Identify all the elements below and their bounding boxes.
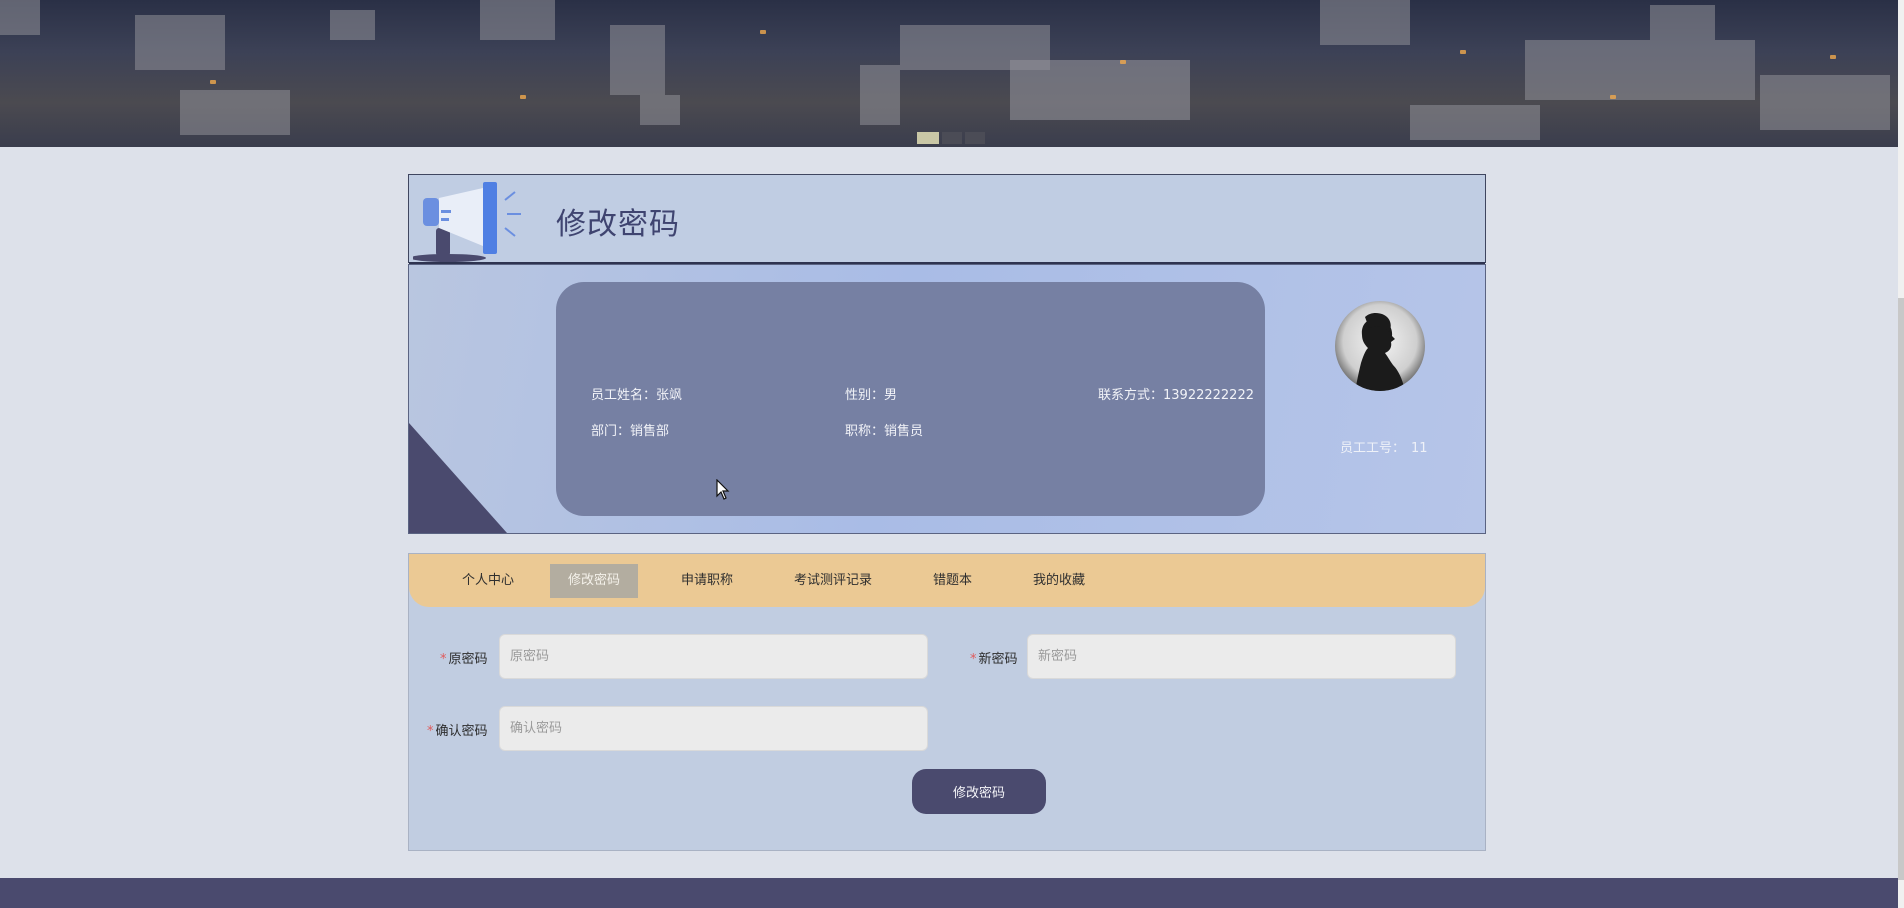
user-silhouette-icon xyxy=(1355,312,1405,391)
profile-section: 员工姓名：张飒 性别：男 联系方式：13922222222 部门：销售部 职称：… xyxy=(408,264,1486,534)
tab-wrong-questions[interactable]: 错题本 xyxy=(915,564,990,598)
tab-change-password[interactable]: 修改密码 xyxy=(550,564,639,598)
scrollbar-thumb[interactable] xyxy=(1898,298,1904,880)
employee-info-card: 员工姓名：张飒 性别：男 联系方式：13922222222 部门：销售部 职称：… xyxy=(556,282,1265,516)
avatar xyxy=(1335,301,1425,391)
tab-favorites[interactable]: 我的收藏 xyxy=(1015,564,1103,598)
change-password-button[interactable]: 修改密码 xyxy=(912,769,1046,814)
employee-name: 员工姓名：张飒 xyxy=(591,388,683,403)
old-password-label: * 原密码 xyxy=(440,652,488,667)
employee-phone: 联系方式：13922222222 xyxy=(1098,388,1254,403)
carousel-indicators xyxy=(917,132,985,144)
carousel-dot-3[interactable] xyxy=(965,132,985,144)
tab-apply-title[interactable]: 申请职称 xyxy=(663,564,751,598)
page-title: 修改密码 xyxy=(556,207,680,242)
confirm-password-label: * 确认密码 xyxy=(427,724,488,739)
employee-department: 部门：销售部 xyxy=(591,424,670,439)
tab-personal-center[interactable]: 个人中心 xyxy=(444,564,532,598)
scrollbar[interactable] xyxy=(1898,0,1904,908)
carousel-dot-1[interactable] xyxy=(917,132,939,144)
page-header: 修改密码 xyxy=(408,174,1486,264)
banner-image xyxy=(0,0,1898,147)
decorative-triangle xyxy=(409,423,507,533)
confirm-password-input[interactable] xyxy=(499,706,928,751)
new-password-input[interactable] xyxy=(1027,634,1456,679)
old-password-input[interactable] xyxy=(499,634,928,679)
employee-position: 职称：销售员 xyxy=(845,424,924,439)
megaphone-icon xyxy=(413,182,521,262)
tab-exam-records[interactable]: 考试测评记录 xyxy=(776,564,890,598)
employee-number: 员工工号： 11 xyxy=(1340,441,1428,456)
mouse-cursor-icon xyxy=(716,479,730,500)
tab-bar: 个人中心 修改密码 申请职称 考试测评记录 错题本 我的收藏 xyxy=(409,554,1485,607)
password-form-panel: 个人中心 修改密码 申请职称 考试测评记录 错题本 我的收藏 * 原密码 * 新密码… xyxy=(408,553,1486,851)
employee-gender: 性别：男 xyxy=(845,388,898,403)
footer xyxy=(0,878,1898,908)
carousel-dot-2[interactable] xyxy=(942,132,962,144)
new-password-label: * 新密码 xyxy=(970,652,1018,667)
